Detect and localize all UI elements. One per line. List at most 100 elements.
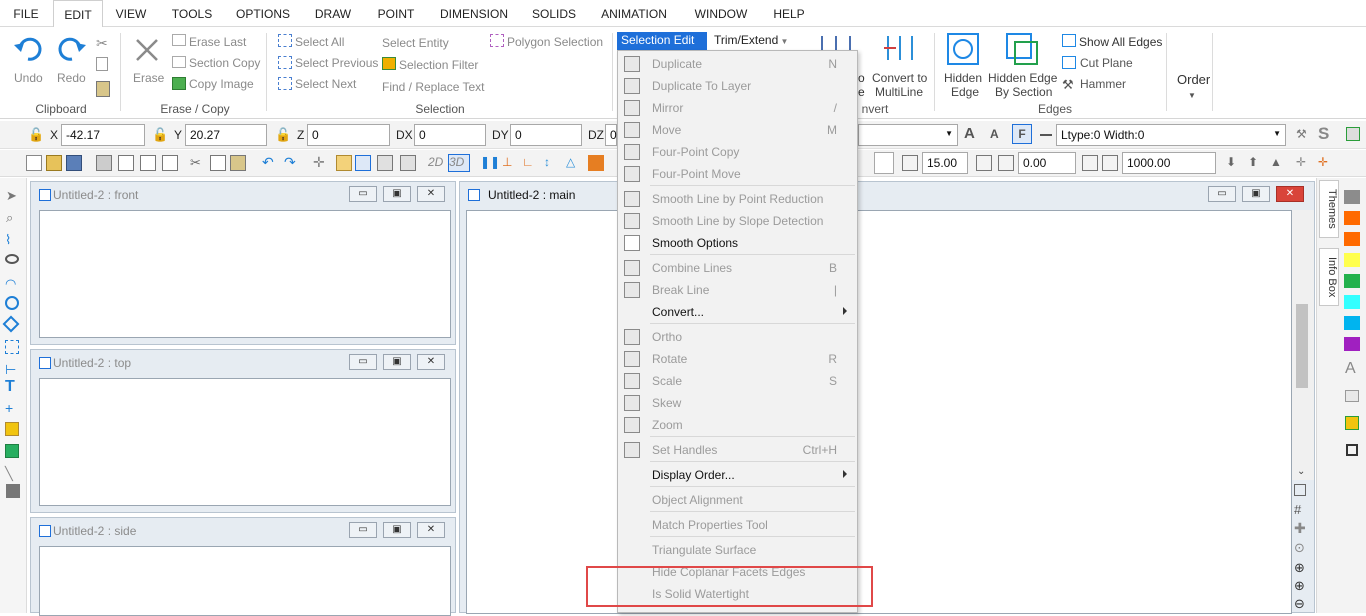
menu-item-mirror[interactable]: Mirror / [618, 97, 857, 119]
select-previous-icon[interactable] [278, 56, 292, 69]
viewport-main[interactable] [466, 210, 1292, 614]
convert-to-label[interactable]: Convert to [872, 71, 927, 85]
zoom-extents-icon[interactable]: ⊕ [1294, 560, 1305, 576]
arrow-icon[interactable]: ↕ [544, 155, 560, 171]
select-next-label[interactable]: Select Next [295, 77, 356, 91]
copy-icon[interactable] [96, 57, 108, 71]
scale-measure-icon[interactable] [1082, 155, 1098, 171]
trim-extend-button[interactable]: Trim/Extend ▼ [712, 32, 792, 50]
hammer-label[interactable]: Hammer [1080, 77, 1126, 91]
paste-icon[interactable] [230, 155, 246, 171]
dx-input[interactable]: 0 [414, 124, 486, 146]
window-side[interactable]: Untitled-2 : side ▭ ▣ ✕ [30, 517, 456, 616]
lock-icon[interactable]: 🔓 [275, 127, 291, 143]
color-swatch[interactable] [1344, 232, 1360, 246]
distance-icon[interactable] [1102, 155, 1118, 171]
find-replace-label[interactable]: Find / Replace Text [382, 80, 485, 94]
menu-item-display-order[interactable]: Display Order... [618, 464, 857, 486]
menu-solids[interactable]: SOLIDS [526, 0, 582, 27]
select-previous-label[interactable]: Select Previous [295, 56, 378, 70]
color-swatch[interactable] [1344, 316, 1360, 330]
menu-item-four-point-move[interactable]: Four-Point Move [618, 163, 857, 185]
vertical-scrollbar[interactable]: ⌄ [1292, 210, 1314, 480]
grid-color-icon[interactable] [588, 155, 604, 171]
convert-partial-top[interactable]: o [858, 71, 865, 85]
redo-label[interactable]: Redo [57, 71, 86, 85]
export-icon[interactable] [162, 155, 178, 171]
lock-icon[interactable]: 🔓 [152, 127, 168, 143]
dy-input[interactable]: 0 [510, 124, 582, 146]
menu-draw[interactable]: DRAW [307, 0, 359, 27]
ellipse-icon[interactable] [5, 254, 19, 264]
undo-icon[interactable] [12, 35, 46, 63]
pattern-icon[interactable] [1345, 416, 1359, 430]
polygon-selection-label[interactable]: Polygon Selection [507, 35, 603, 49]
maximize-button[interactable]: ▣ [383, 186, 411, 202]
color-swatch[interactable] [1344, 211, 1360, 225]
value1-input[interactable]: 15.00 [922, 152, 968, 174]
hatch-icon[interactable] [5, 444, 19, 458]
crosshair-icon[interactable]: ✛ [313, 155, 329, 171]
pause-icon[interactable]: ❚❚ [480, 155, 500, 171]
selection-edit-button[interactable]: Selection Edit ▼ [617, 32, 707, 60]
save-icon[interactable] [66, 155, 82, 171]
redo-icon[interactable] [54, 35, 88, 63]
y-input[interactable]: 20.27 [185, 124, 267, 146]
menu-edit[interactable]: EDIT [53, 0, 103, 28]
hidden-edge-label[interactable]: Hidden [944, 71, 982, 85]
menu-item-ortho[interactable]: Ortho [618, 326, 857, 348]
minimize-button[interactable]: ▭ [349, 186, 377, 202]
value3-input[interactable]: 1000.00 [1122, 152, 1216, 174]
menu-item-smooth-line-by-point-reduction[interactable]: Smooth Line by Point Reduction [618, 188, 857, 210]
menu-item-four-point-copy[interactable]: Four-Point Copy [618, 141, 857, 163]
copy-image-icon[interactable] [172, 77, 186, 90]
undo-label[interactable]: Undo [14, 71, 43, 85]
view-icon[interactable] [377, 155, 393, 171]
pointer-icon[interactable]: ➤ [6, 188, 17, 204]
minimize-button[interactable]: ▭ [1208, 186, 1236, 202]
close-button[interactable]: ✕ [1276, 186, 1304, 202]
erase-last-label[interactable]: Erase Last [189, 35, 246, 49]
scroll-down-icon[interactable]: ⌄ [1297, 466, 1305, 477]
select-all-label[interactable]: Select All [295, 35, 344, 49]
ltype-select[interactable]: Ltype:0 Width:0 ▼ [1056, 124, 1286, 146]
measure-line-icon[interactable]: ╲ [5, 466, 13, 482]
redo-icon[interactable]: ↷ [284, 155, 300, 171]
copy-icon[interactable] [210, 155, 226, 171]
pan-icon[interactable]: ✚ [1294, 520, 1306, 537]
print-preview-icon[interactable] [118, 155, 134, 171]
hidden-by-section-label[interactable]: Hidden Edge [988, 71, 1057, 85]
angle-icon[interactable]: ∟ [522, 155, 538, 171]
cut-icon[interactable]: ✂ [96, 35, 108, 52]
dz-input[interactable]: 0 [605, 124, 617, 146]
erase-label[interactable]: Erase [133, 71, 164, 85]
mode-2d-button[interactable]: 2D [428, 155, 448, 171]
page-setup-icon[interactable] [140, 155, 156, 171]
fill-style-icon[interactable] [1345, 390, 1359, 402]
array-icon[interactable] [5, 340, 19, 354]
text-size-up-icon[interactable]: A [964, 125, 975, 142]
hammer-icon[interactable]: ⚒ [1062, 77, 1074, 93]
menu-item-convert[interactable]: Convert... [618, 301, 857, 323]
menu-view[interactable]: VIEW [110, 0, 152, 27]
minimize-button[interactable]: ▭ [349, 522, 377, 538]
cut-icon[interactable]: ✂ [190, 155, 206, 171]
polyline-icon[interactable]: ⌇ [5, 232, 11, 248]
paint-icon[interactable]: ▲ [1270, 155, 1286, 171]
select-entity-label[interactable]: Select Entity [382, 36, 449, 50]
menu-dimension[interactable]: DIMENSION [434, 0, 514, 27]
selection-filter-label[interactable]: Selection Filter [399, 58, 478, 72]
menu-item-scale[interactable]: Scale S [618, 370, 857, 392]
menu-animation[interactable]: ANIMATION [594, 0, 674, 27]
selection-filter-icon[interactable] [382, 57, 396, 70]
hammer-tool-icon[interactable]: ⚒ [1296, 127, 1307, 141]
color-swatch[interactable] [1344, 253, 1360, 267]
scrollbar-thumb[interactable] [1296, 304, 1308, 388]
qr-icon[interactable] [1346, 444, 1358, 456]
text-style-icon[interactable]: A [1345, 360, 1356, 378]
view-multi-icon[interactable] [400, 155, 416, 171]
section-copy-label[interactable]: Section Copy [189, 56, 260, 70]
menu-item-triangulate-surface[interactable]: Triangulate Surface [618, 539, 857, 561]
erase-icon[interactable] [134, 37, 160, 63]
menu-item-set-handles[interactable]: Set Handles Ctrl+H [618, 439, 857, 461]
